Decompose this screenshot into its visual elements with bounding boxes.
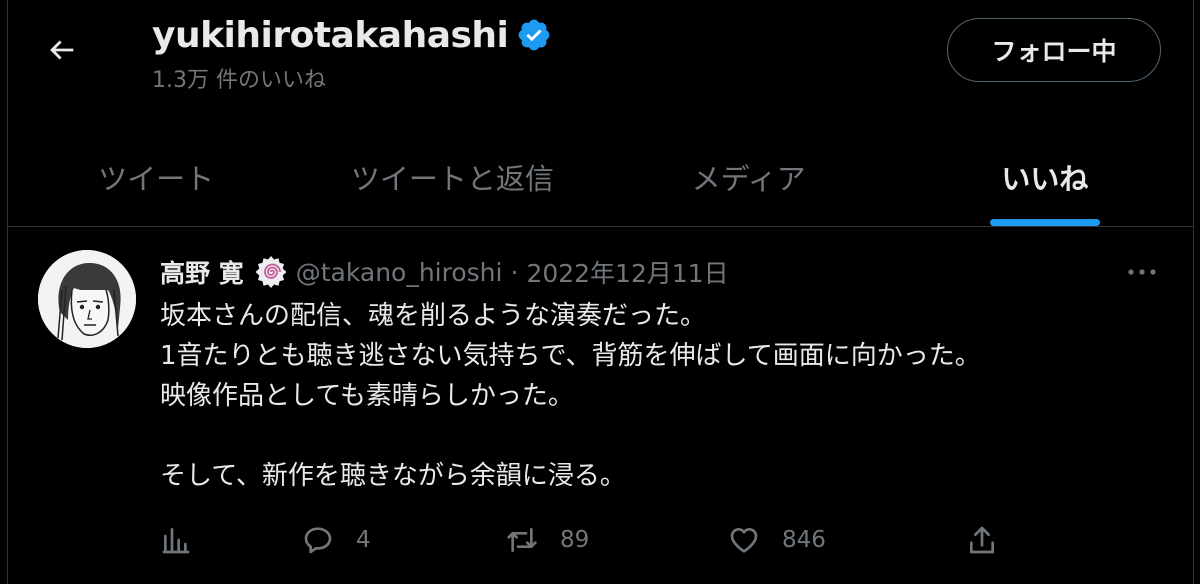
- tweet-line: 坂本さんの配信、魂を削るような演奏だった。: [160, 301, 707, 331]
- author-handle[interactable]: @takano_hiroshi: [296, 258, 503, 287]
- author-name[interactable]: 高野 寛: [160, 254, 244, 290]
- column-border-left: [7, 0, 8, 584]
- tweet-line: 1音たりとも聴き逃さない気持ちで、背筋を伸ばして画面に向かった。: [160, 341, 981, 371]
- tweet-date[interactable]: 2022年12月11日: [526, 254, 728, 290]
- tab-label: メディア: [691, 162, 806, 196]
- retweet-icon: [507, 528, 537, 552]
- column-border-right: [1193, 0, 1194, 584]
- tab-likes[interactable]: いいね: [897, 128, 1193, 226]
- likes-count: 1.3万 件のいいね: [152, 68, 326, 93]
- tab-tweets[interactable]: ツイート: [8, 128, 304, 226]
- tab-tweets-and-replies[interactable]: ツイートと返信: [304, 128, 600, 226]
- app-frame: yukihirotakahashi 1.3万 件のいいね フォロー中 ツイート …: [0, 0, 1200, 584]
- heart-icon: [730, 528, 758, 553]
- analytics-button[interactable]: [160, 516, 192, 564]
- tweet-header: 高野 寛 @takano_hiroshi · 2022年12月11日: [160, 252, 729, 292]
- tab-label: ツイートと返信: [350, 162, 554, 196]
- tab-label: ツイート: [98, 162, 215, 196]
- tweet-line: 映像作品としても素晴らしかった。: [160, 381, 574, 411]
- share-icon: [970, 526, 994, 554]
- tweet-line-empty: [160, 416, 1170, 456]
- tab-media[interactable]: メディア: [601, 128, 897, 226]
- profile-name: yukihirotakahashi: [152, 14, 509, 56]
- avatar[interactable]: [38, 250, 136, 348]
- back-arrow-icon: [50, 40, 74, 60]
- spiral-badge-icon: [255, 256, 287, 288]
- profile-header-name: yukihirotakahashi: [152, 12, 552, 58]
- more-dots-icon: [1128, 269, 1156, 275]
- retweet-button[interactable]: 89: [506, 516, 589, 564]
- reply-button[interactable]: 4: [302, 516, 371, 564]
- avatar-illustration: [38, 250, 136, 348]
- like-button[interactable]: 846: [728, 516, 826, 564]
- more-options-button[interactable]: [1118, 256, 1166, 288]
- separator-dot: ·: [510, 257, 519, 287]
- tabs-divider: [8, 226, 1193, 227]
- tweet-actions: 4 89 846: [152, 516, 1012, 564]
- verified-badge-icon: [519, 19, 550, 51]
- retweet-count: 89: [560, 527, 590, 553]
- profile-tabs: ツイート ツイートと返信 メディア いいね: [8, 128, 1193, 226]
- reply-icon: [304, 527, 332, 554]
- tweet-text: 坂本さんの配信、魂を削るような演奏だった。 1音たりとも聴き逃さない気持ちで、背…: [160, 296, 1170, 496]
- reply-count: 4: [356, 527, 371, 553]
- tab-label: いいね: [1001, 162, 1089, 196]
- back-button[interactable]: [36, 28, 88, 72]
- following-button[interactable]: フォロー中: [947, 18, 1161, 82]
- share-button[interactable]: [966, 516, 998, 564]
- tweet-line: そして、新作を聴きながら余韻に浸る。: [160, 461, 626, 491]
- analytics-icon: [162, 528, 190, 554]
- active-tab-indicator: [989, 219, 1100, 226]
- like-count: 846: [782, 527, 826, 553]
